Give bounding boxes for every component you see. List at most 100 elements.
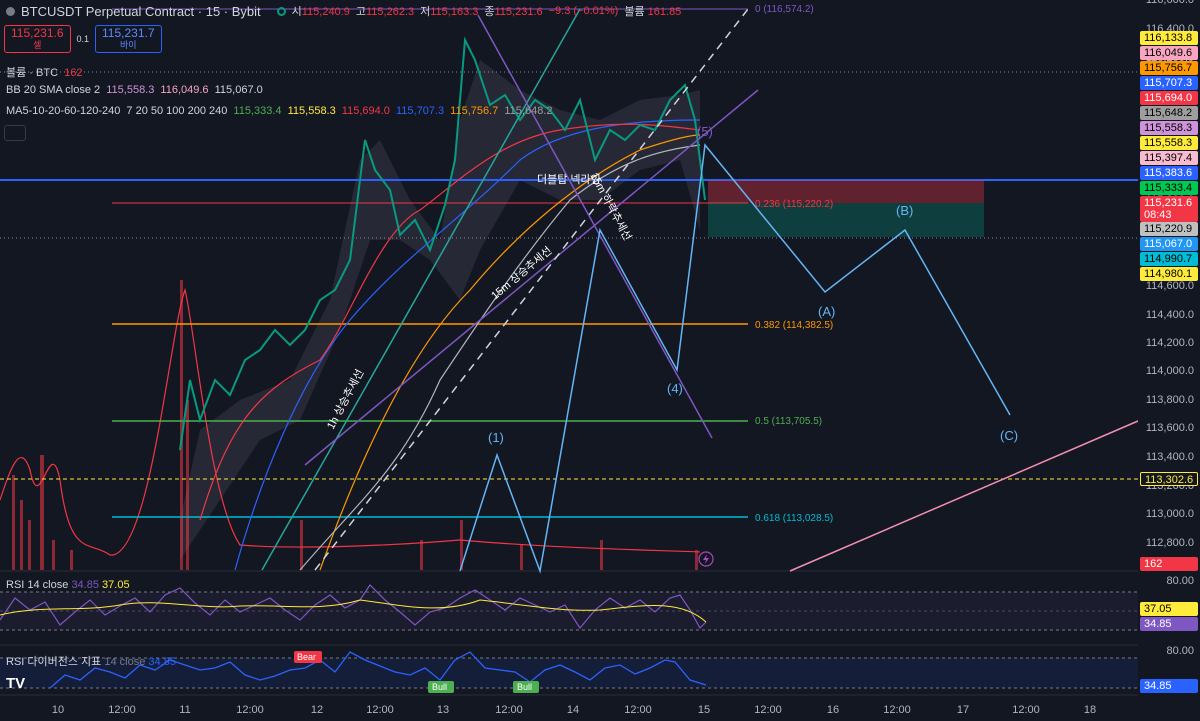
price-label-box: 115,397.4 bbox=[1140, 151, 1198, 165]
rsi-legend-value: 37.05 bbox=[102, 579, 130, 591]
rsi-div-legend-value: 34.85 bbox=[148, 656, 176, 668]
lightning-icon bbox=[703, 554, 709, 564]
ohlc-volume: 볼륨 161.85 bbox=[624, 6, 682, 18]
rsi-legend[interactable]: RSI 14 close 34.85 37.05 bbox=[6, 579, 130, 591]
time-tick-label: 12:00 bbox=[495, 704, 523, 716]
price-tick-label: 114,000.0 bbox=[1145, 365, 1194, 377]
fib-label-382: 0.382 (114,382.5) bbox=[755, 320, 833, 331]
price-tick-label: 116,600.0 bbox=[1145, 0, 1194, 6]
time-tick-label: 12:00 bbox=[236, 704, 264, 716]
collapse-legend-button[interactable] bbox=[4, 125, 26, 141]
bb-legend-value: 115,067.0 bbox=[214, 84, 263, 96]
rsi-legend-name: RSI 14 close bbox=[6, 579, 69, 591]
price-label-box: 116,049.6 bbox=[1140, 46, 1198, 60]
time-tick-label: 12 bbox=[310, 704, 324, 716]
price-label-box: 115,648.2 bbox=[1140, 106, 1198, 120]
trendline-15m-down[interactable] bbox=[477, 14, 713, 439]
price-label-box: 115,333.4 bbox=[1140, 181, 1198, 195]
bull-badge-label: Bull bbox=[432, 682, 447, 692]
price-tick-label: 114,200.0 bbox=[1145, 337, 1194, 349]
time-tick-label: 11 bbox=[179, 704, 191, 716]
price-label-box: 115,707.3 bbox=[1140, 76, 1198, 90]
market-status-icon bbox=[276, 6, 286, 16]
rsi-axis-label: 80.00 bbox=[1166, 575, 1194, 587]
price-tick-label: 113,000.0 bbox=[1145, 508, 1194, 520]
sell-button[interactable]: 115,231.6 셀 bbox=[4, 25, 71, 53]
price-label-box: 115,220.9 bbox=[1140, 222, 1198, 236]
wave-label-5: (5) bbox=[697, 124, 713, 139]
ma-legend[interactable]: MA5-10-20-60-120-240 7 20 50 100 200 240… bbox=[6, 105, 555, 117]
time-tick-label: 12:00 bbox=[883, 704, 911, 716]
rsi-div-legend[interactable]: RSI 다이버전스 지표 14 close 34.85 bbox=[6, 653, 176, 669]
rsi-axis-label: 34.85 bbox=[1140, 679, 1198, 693]
time-tick-label: 13 bbox=[436, 704, 450, 716]
fib-label-618: 0.618 (113,028.5) bbox=[755, 513, 833, 524]
price-label-box: 114,980.1 bbox=[1140, 267, 1198, 281]
rsi-div-legend-params: 14 close bbox=[104, 656, 146, 668]
ohlc-high: 고115,262.3 bbox=[355, 6, 415, 18]
rsi-legend-value: 34.85 bbox=[71, 579, 99, 591]
ma-legend-params: 7 20 50 100 200 240 bbox=[126, 105, 228, 117]
bb-legend-name: BB 20 SMA close 2 bbox=[6, 84, 101, 96]
fib-label-236: 0.236 (115,220.2) bbox=[755, 199, 833, 210]
price-tick-label: 112,800.0 bbox=[1145, 537, 1194, 549]
price-tick-label: 113,600.0 bbox=[1145, 422, 1194, 434]
time-tick-label: 12:00 bbox=[624, 704, 652, 716]
fib-label-0: 0 (116,574.2) bbox=[755, 4, 814, 15]
ohlc-close: 종115,231.6 bbox=[484, 6, 543, 18]
time-tick-label: 17 bbox=[956, 704, 970, 716]
tradingview-logo[interactable]: TV bbox=[6, 675, 25, 692]
volume-ma bbox=[0, 287, 701, 556]
ma-legend-name: MA5-10-20-60-120-240 bbox=[6, 105, 121, 117]
time-tick-label: 10 bbox=[51, 704, 65, 716]
price-label-box: 08:43 bbox=[1140, 208, 1198, 222]
time-tick-label: 14 bbox=[566, 704, 580, 716]
price-label-box: 115,067.0 bbox=[1140, 237, 1198, 251]
short-position-profit-zone[interactable] bbox=[708, 203, 984, 237]
volume-legend[interactable]: 볼륨 · BTC 162 bbox=[6, 64, 85, 80]
ma-legend-value: 115,333.4 bbox=[233, 105, 282, 117]
rsi-div-legend-name: RSI 다이버전스 지표 bbox=[6, 656, 102, 668]
price-tick-label: 114,400.0 bbox=[1145, 309, 1194, 321]
ma-legend-value: 115,648.2 bbox=[504, 105, 553, 117]
bb-legend-value: 115,558.3 bbox=[106, 84, 155, 96]
time-tick-label: 12:00 bbox=[1012, 704, 1040, 716]
price-label-box: 162 bbox=[1140, 557, 1198, 571]
bollinger-band bbox=[180, 60, 700, 560]
ohlc-low: 저115,163.3 bbox=[420, 6, 479, 18]
wave-label-c: (C) bbox=[1000, 428, 1018, 443]
buy-label: 바이 bbox=[119, 40, 137, 50]
sell-price: 115,231.6 bbox=[11, 26, 64, 40]
ohlc-change: −9.3 (−0.01%) bbox=[548, 5, 619, 17]
wave-label-1: (1) bbox=[488, 430, 504, 445]
symbol-title[interactable]: BTCUSDT Perpetual Contract · 15 · Bybit bbox=[21, 4, 261, 19]
live-dot-icon bbox=[6, 6, 15, 16]
time-tick-label: 12:00 bbox=[754, 704, 782, 716]
time-tick-label: 15 bbox=[697, 704, 711, 716]
trend15m-label: 15m 상승추세선 bbox=[489, 244, 555, 302]
rsi-axis-label: 37.05 bbox=[1140, 602, 1198, 616]
price-label-box: 114,990.7 bbox=[1140, 252, 1198, 266]
chart-header: BTCUSDT Perpetual Contract · 15 · Bybit … bbox=[0, 0, 681, 22]
bear-badge-label: Bear bbox=[297, 652, 316, 662]
price-tick-label: 113,400.0 bbox=[1145, 451, 1194, 463]
buy-price: 115,231.7 bbox=[102, 26, 155, 40]
volume-legend-value: 162 bbox=[64, 67, 83, 79]
price-label-box: 115,694.0 bbox=[1140, 91, 1198, 105]
price-axis[interactable]: 116,600.0116,400.0116,200.0116,000.0115,… bbox=[1138, 0, 1200, 721]
rsi-axis-label: 34.85 bbox=[1140, 617, 1198, 631]
ma-legend-value: 115,558.3 bbox=[287, 105, 336, 117]
buy-button[interactable]: 115,231.7 바이 bbox=[95, 25, 162, 53]
bb-legend[interactable]: BB 20 SMA close 2 115,558.3 116,049.6 11… bbox=[6, 84, 266, 96]
bb-legend-value: 116,049.6 bbox=[160, 84, 209, 96]
price-tick-label: 113,800.0 bbox=[1145, 394, 1194, 406]
time-tick-label: 12:00 bbox=[108, 704, 136, 716]
price-tick-label: 114,600.0 bbox=[1145, 280, 1194, 292]
ma-legend-value: 115,694.0 bbox=[341, 105, 390, 117]
spread-value: 0.1 bbox=[76, 34, 90, 44]
price-label-box: 115,383.6 bbox=[1140, 166, 1198, 180]
wave-label-b: (B) bbox=[896, 203, 913, 218]
fib-label-05: 0.5 (113,705.5) bbox=[755, 416, 822, 427]
price-label-box: 115,558.3 bbox=[1140, 121, 1198, 135]
trendline-pink[interactable] bbox=[789, 420, 1138, 572]
